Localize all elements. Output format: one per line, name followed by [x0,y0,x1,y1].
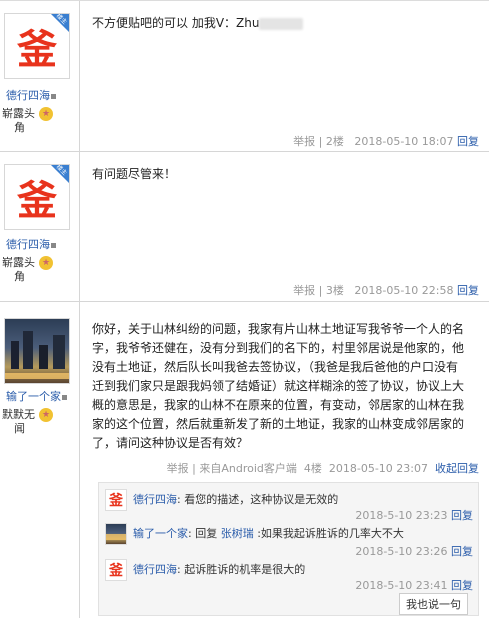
mini-avatar[interactable]: 釜 [105,559,127,581]
post-meta: 举报 | 3楼 2018-05-10 22:58 回复 [293,284,479,297]
mini-avatar[interactable]: 釜 [105,489,127,511]
user-sidebar: 釜 楼主 德行四海 崭露头 ★ 角 [0,152,80,301]
post-floor-4: 输了一个家 默默无 ★ 闻 你好，关于山林纠纷的问题，我家有片山林土地证写我爷爷一个… [0,302,489,618]
avatar[interactable] [4,318,70,384]
floor-number: 4楼 [303,462,322,475]
sub-reply-link[interactable]: 回复 [451,579,473,592]
city-photo [106,524,126,544]
sub-reply-meta: 2018-5-10 23:23 回复 [355,509,473,522]
add-comment-button[interactable]: 我也说一句 [399,593,468,615]
post-content: 有问题尽管来！ [92,167,177,181]
online-icon [51,242,56,248]
reply-link[interactable]: 回复 [457,135,479,148]
sub-reply-text: 输了一个家: 回复 张树瑞 :如果我起诉胜诉的几率大不大 [133,527,404,540]
medal-icon: ★ [39,256,53,270]
post-floor-2: 釜 楼主 德行四海 崭露头 ★ 角 不方便贴吧的可以 加我V：Zhu 举报 | 2楼… [0,0,489,152]
post-content: 不方便贴吧的可以 加我V：Zhu [92,15,304,32]
post-content: 你好，关于山林纠纷的问题，我家有片山林土地证写我爷爷一个人的名 字，我爷爷还健在… [92,320,464,453]
redacted-text [259,17,304,30]
online-icon [51,93,56,99]
user-sidebar: 输了一个家 默默无 ★ 闻 [0,302,80,618]
avatar-glyph: 釜 [109,493,123,509]
user-title: 崭露头 ★ 角 [2,107,74,135]
collapse-replies-link[interactable]: 收起回复 [435,462,479,475]
post-meta: 举报 | 2楼 2018-05-10 18:07 回复 [293,135,479,148]
sub-reply-user[interactable]: 德行四海 [133,493,177,506]
sub-reply-user[interactable]: 德行四海 [133,563,177,576]
avatar[interactable]: 釜 楼主 [4,13,70,79]
mention-user[interactable]: 张树瑞 [221,527,254,540]
sub-reply-meta: 2018-5-10 23:41 回复 [355,579,473,592]
user-title: 崭露头 ★ 角 [2,256,74,284]
post-time: 2018-05-10 22:58 [354,284,454,297]
source-label: 来自Android客户端 [199,462,297,475]
floor-number: 3楼 [325,284,344,297]
sub-reply-link[interactable]: 回复 [451,545,473,558]
user-sidebar: 釜 楼主 德行四海 崭露头 ★ 角 [0,1,80,151]
floor-number: 2楼 [325,135,344,148]
post-time: 2018-05-10 18:07 [354,135,454,148]
sub-reply-user[interactable]: 输了一个家 [133,527,188,540]
sub-reply-text: 德行四海: 起诉胜诉的机率是很大的 [133,563,306,576]
report-link[interactable]: 举报 [293,135,315,148]
content-line: 家的这个位置，然后就重新发了新的土地证，我家的山林变成邻居家的 [92,417,465,431]
content-line: 没有土地证，然后队长叫我爸去签协议，（我爸是我后爸他的户口没有 [92,360,459,374]
mini-avatar[interactable] [105,523,127,545]
reply-link[interactable]: 回复 [457,284,479,297]
sub-reply: 釜 德行四海: 起诉胜诉的机率是很大的 2018-5-10 23:41 回复 [105,559,473,592]
username[interactable]: 德行四海 [6,236,56,252]
content-line: 迁到我们家只是跟我妈领了结婚证）就这样糊涂的签了协议，协议上大 [92,379,465,393]
post-time: 2018-05-10 23:07 [328,462,428,475]
content-line: 了，请问这种协议是否有效？ [92,436,249,450]
sub-reply-link[interactable]: 回复 [451,509,473,522]
report-link[interactable]: 举报 [167,462,189,475]
sub-reply: 釜 德行四海: 看您的描述，这种协议是无效的 2018-5-10 23:23 回… [105,489,473,522]
medal-icon: ★ [39,107,53,121]
username[interactable]: 输了一个家 [6,388,67,404]
avatar[interactable]: 釜 楼主 [4,164,70,230]
city-photo [5,319,69,383]
sub-reply: 输了一个家: 回复 张树瑞 :如果我起诉胜诉的几率大不大 2018-5-10 2… [105,523,473,558]
sub-reply-meta: 2018-5-10 23:26 回复 [355,545,473,558]
sub-reply-panel: 釜 德行四海: 看您的描述，这种协议是无效的 2018-5-10 23:23 回… [98,482,479,616]
report-link[interactable]: 举报 [293,284,315,297]
post-meta: 举报 | 来自Android客户端 4楼 2018-05-10 23:07 收起… [166,462,479,475]
username[interactable]: 德行四海 [6,87,56,103]
online-icon [62,394,67,400]
post-floor-3: 釜 楼主 德行四海 崭露头 ★ 角 有问题尽管来！ 举报 | 3楼 2018-05-… [0,152,489,302]
user-title: 默默无 ★ 闻 [2,408,74,436]
content-line: 概的意思是，我家的山林不在原来的位置，有变动，邻居家的山林在我 [92,398,465,412]
content-line: 字，我爷爷还健在，没有分到我们的名下的，村里邻居说是他家的，他 [92,341,465,355]
medal-icon: ★ [39,408,53,422]
content-line: 你好，关于山林纠纷的问题，我家有片山林土地证写我爷爷一个人的名 [92,322,465,336]
avatar-glyph: 釜 [109,563,123,579]
sub-reply-text: 德行四海: 看您的描述，这种协议是无效的 [133,493,339,506]
